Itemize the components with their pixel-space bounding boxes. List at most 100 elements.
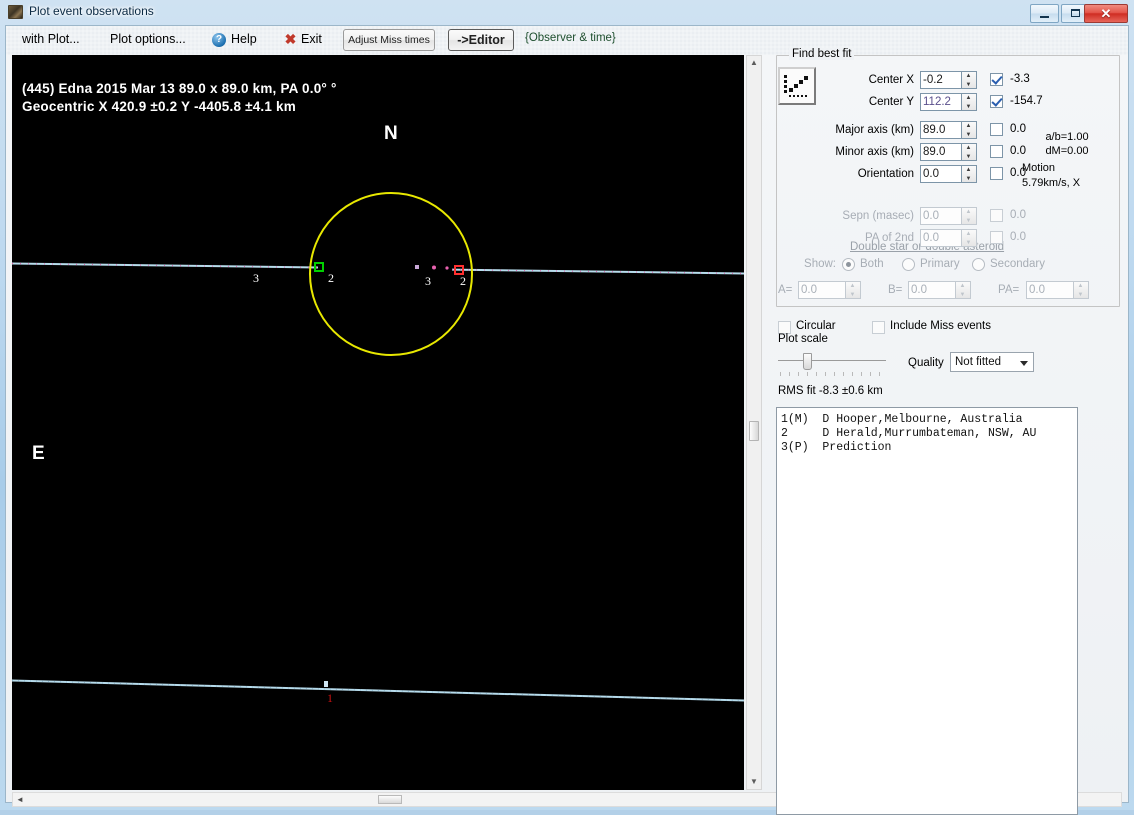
spinner-up-icon[interactable]: ▲ [962,94,975,102]
spinner-down-icon: ▼ [965,240,972,246]
spinner-up-icon: ▲ [1077,283,1084,289]
circular-label: Circular [796,320,836,332]
spinner-up-icon[interactable]: ▲ [962,72,975,80]
north-label: N [384,123,398,144]
observers-list-box[interactable]: 1(M) D Hooper,Melbourne, Australia 2 D H… [776,407,1078,815]
fit-input-0[interactable]: -0.2 [920,71,962,89]
quality-value: Not fitted [955,356,1002,368]
find-best-fit-legend: Find best fit [789,48,855,60]
fit-label-1: Center Y [868,96,914,108]
fit-error-1: -154.7 [1010,95,1043,107]
quality-dropdown[interactable]: Not fitted [950,352,1034,372]
fit-input-2[interactable]: 89.0 [920,121,962,139]
menu-exit[interactable]: Exit [301,32,322,46]
slider-thumb[interactable] [803,353,812,370]
spinner-down-icon[interactable]: ▼ [962,175,975,183]
fit-label-0: Center X [868,74,914,86]
slider-track [778,360,886,361]
scroll-up-icon[interactable]: ▲ [747,56,761,70]
scrollbar-thumb[interactable] [749,421,759,441]
menu-help[interactable]: Help [231,32,257,46]
spinner-up-icon: ▲ [849,283,856,289]
spinner-down-icon[interactable]: ▼ [962,81,975,89]
spinner-down-icon[interactable]: ▼ [962,103,975,111]
include-miss-events-checkbox[interactable] [872,321,885,334]
scatter-fit-icon[interactable] [778,67,816,105]
plot-graphics [12,192,744,702]
fit-spinner-2[interactable]: ▲ ▼ [962,121,977,139]
chord-label-2-3: 2 [460,274,466,288]
spinner-down-icon: ▼ [965,218,972,224]
double-label-1: PA of 2nd [864,232,914,244]
observer-time-label: {Observer & time} [525,32,616,44]
horizontal-scrollbar-thumb[interactable] [378,795,402,804]
fit-panel: Find best fit Center X -0.2 ▲ ▼ -3.3 Cen… [770,48,1122,815]
double-spinner-0: ▲ ▼ [962,207,977,225]
editor-button[interactable]: ->Editor [448,29,514,51]
fit-label-4: Orientation [857,168,914,180]
chord-label-2-1: 2 [328,271,334,285]
asteroid-icon [8,5,23,19]
fit-spinner-0[interactable]: ▲ ▼ [962,71,977,89]
fit-checkbox-2[interactable] [990,123,1003,136]
scroll-down-icon[interactable]: ▼ [747,775,761,789]
help-icon[interactable]: ? [212,33,226,47]
spinner-up-icon[interactable]: ▲ [962,122,975,130]
show-radio-label-both: Both [860,258,884,270]
plot-scale-label: Plot scale [778,333,828,345]
spinner-down-icon[interactable]: ▼ [962,153,975,161]
plot-header-line-2: Geocentric X 420.9 ±0.2 Y -4405.8 ±4.1 k… [22,99,296,114]
abpa-spinner-2: ▲ ▼ [1074,281,1089,299]
fit-checkbox-4[interactable] [990,167,1003,180]
abpa-input-1: 0.0 [908,281,956,299]
minimize-button[interactable] [1030,4,1059,23]
abpa-spinner-1: ▲ ▼ [956,281,971,299]
fit-spinner-3[interactable]: ▲ ▼ [962,143,977,161]
axis-ratio-label: a/b=1.00 [1045,131,1089,143]
plot-vertical-scrollbar[interactable]: ▲ ▼ [746,55,762,790]
spinner-up-icon[interactable]: ▲ [962,166,975,174]
fit-checkbox-1[interactable] [990,95,1003,108]
spinner-down-icon[interactable]: ▼ [962,131,975,139]
abpa-label-0: A= [778,284,793,296]
spinner-up-icon[interactable]: ▲ [962,144,975,152]
show-radio-both [842,258,855,271]
fit-checkbox-3[interactable] [990,145,1003,158]
close-button[interactable]: ✕ [1084,4,1128,23]
fit-spinner-1[interactable]: ▲ ▼ [962,93,977,111]
double-label-0: Sepn (masec) [842,210,914,222]
client-area: with Plot... Plot options... ? Help ✖ Ex… [5,25,1129,815]
show-label: Show: [804,258,836,270]
menu-with-plot[interactable]: with Plot... [22,32,80,46]
dm-label: dM=0.00 [1045,145,1089,157]
menu-plot-options[interactable]: Plot options... [110,32,186,46]
abpa-input-0: 0.0 [798,281,846,299]
plot-header-line-1: (445) Edna 2015 Mar 13 89.0 x 89.0 km, P… [22,81,337,96]
chord-label-3-0: 3 [253,271,259,285]
show-radio-secondary [972,258,985,271]
window-titlebar[interactable]: Plot event observations ✕ [0,0,1134,24]
abpa-label-2: PA= [998,284,1020,296]
double-checkbox-1 [990,231,1003,244]
rms-fit-label: RMS fit -8.3 ±0.6 km [778,385,883,397]
motion-label: Motion [1022,162,1056,174]
show-radio-primary [902,258,915,271]
fit-checkbox-0[interactable] [990,73,1003,86]
close-x-icon[interactable]: ✖ [284,32,297,46]
scroll-left-icon[interactable]: ◄ [14,794,26,805]
fit-input-4[interactable]: 0.0 [920,165,962,183]
east-label: E [32,443,45,464]
occultation-plot[interactable]: (445) Edna 2015 Mar 13 89.0 x 89.0 km, P… [12,55,744,790]
adjust-miss-times-button[interactable]: Adjust Miss times [343,29,435,51]
chord-label-1-4: 1 [327,691,333,705]
fit-spinner-4[interactable]: ▲ ▼ [962,165,977,183]
double-error-1: 0.0 [1010,231,1026,243]
spinner-down-icon: ▼ [849,292,856,298]
fit-input-1[interactable]: 112.2 [920,93,962,111]
abpa-spinner-0: ▲ ▼ [846,281,861,299]
chord-label-3-2: 3 [425,274,431,288]
observers-list-text: 1(M) D Hooper,Melbourne, Australia 2 D H… [781,413,1037,454]
fit-input-3[interactable]: 89.0 [920,143,962,161]
fit-label-2: Major axis (km) [835,124,914,136]
plot-scale-slider[interactable] [778,353,886,376]
